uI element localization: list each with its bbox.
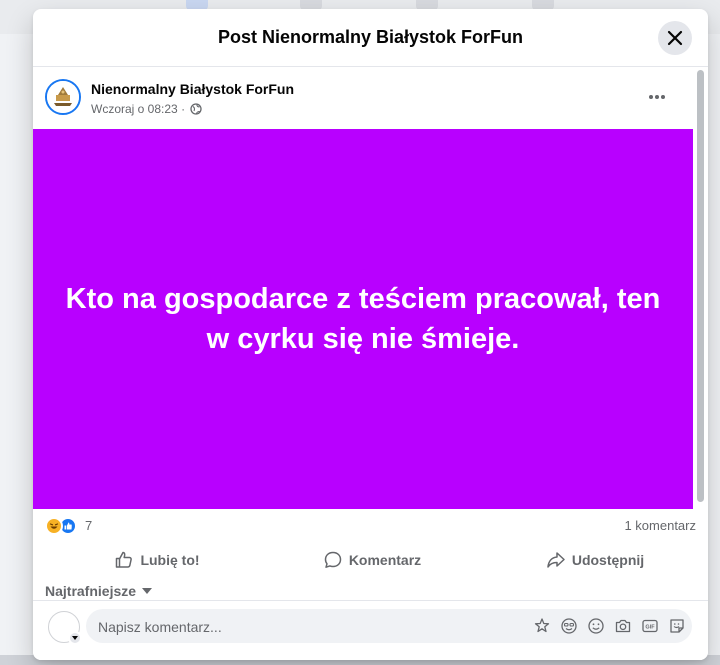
camera-icon[interactable] [614, 617, 632, 635]
post-text: Kto na gospodarce z teściem pracował, te… [65, 283, 661, 355]
post-scroll-area[interactable]: Nienormalny Białystok ForFun Wczoraj o 0… [33, 67, 708, 600]
meta-separator: · [181, 102, 186, 116]
caret-down-icon [142, 588, 153, 594]
haha-reaction-icon [45, 517, 63, 535]
sort-label: Najtrafniejsze [45, 583, 137, 599]
reaction-icons[interactable] [45, 517, 81, 535]
scrollbar-thumb[interactable] [697, 70, 704, 502]
comment-bubble-icon [324, 551, 342, 568]
comment-label: Komentarz [348, 552, 422, 568]
chevron-down-icon[interactable] [68, 631, 82, 645]
page-avatar[interactable] [45, 79, 81, 115]
share-arrow-icon [547, 552, 565, 568]
emoji-face-icon[interactable] [560, 617, 578, 635]
share-button[interactable]: Udostępnij [525, 543, 665, 577]
globe-icon [190, 103, 203, 118]
dialog-title: Post Nienormalny Białystok ForFun [217, 27, 524, 47]
svg-text:GIF: GIF [645, 625, 655, 631]
smile-icon[interactable] [587, 617, 605, 635]
post-author[interactable]: Nienormalny Białystok ForFun [91, 81, 294, 97]
close-icon [667, 30, 683, 46]
reaction-count[interactable]: 7 [85, 518, 92, 533]
comment-sort-dropdown[interactable]: Najtrafniejsze [45, 583, 153, 599]
post-dialog: Post Nienormalny Białystok ForFun Nienor… [33, 9, 708, 660]
more-options-icon [649, 95, 665, 99]
comment-count[interactable]: 1 komentarz [624, 518, 696, 533]
post-actions: Lubię to! Komentarz Udostępnij [45, 541, 681, 581]
avatar-sticker-icon[interactable] [533, 617, 551, 635]
comment-button[interactable]: Komentarz [307, 543, 437, 577]
close-button[interactable] [658, 21, 692, 55]
composer-tools: GIF [524, 617, 686, 635]
gif-icon[interactable]: GIF [641, 617, 659, 635]
comment-field[interactable]: GIF [86, 609, 692, 645]
thumbs-up-icon [116, 551, 133, 568]
post-options-button[interactable] [643, 83, 671, 111]
sticker-icon[interactable] [668, 617, 686, 635]
dialog-header: Post Nienormalny Białystok ForFun [33, 9, 708, 67]
post-meta: Wczoraj o 08:23 · [91, 102, 203, 118]
share-label: Udostępnij [571, 552, 645, 568]
comment-composer: GIF [33, 600, 708, 660]
like-button[interactable]: Lubię to! [97, 543, 217, 577]
page-logo-icon [47, 81, 79, 113]
post-timestamp[interactable]: Wczoraj o 08:23 [91, 102, 178, 116]
like-label: Lubię to! [140, 552, 200, 568]
post-header: Nienormalny Białystok ForFun Wczoraj o 0… [33, 67, 693, 129]
reactions-summary: 7 1 komentarz [33, 509, 696, 543]
comment-input[interactable] [96, 609, 520, 645]
post-text-background[interactable]: Kto na gospodarce z teściem pracował, te… [33, 129, 693, 509]
